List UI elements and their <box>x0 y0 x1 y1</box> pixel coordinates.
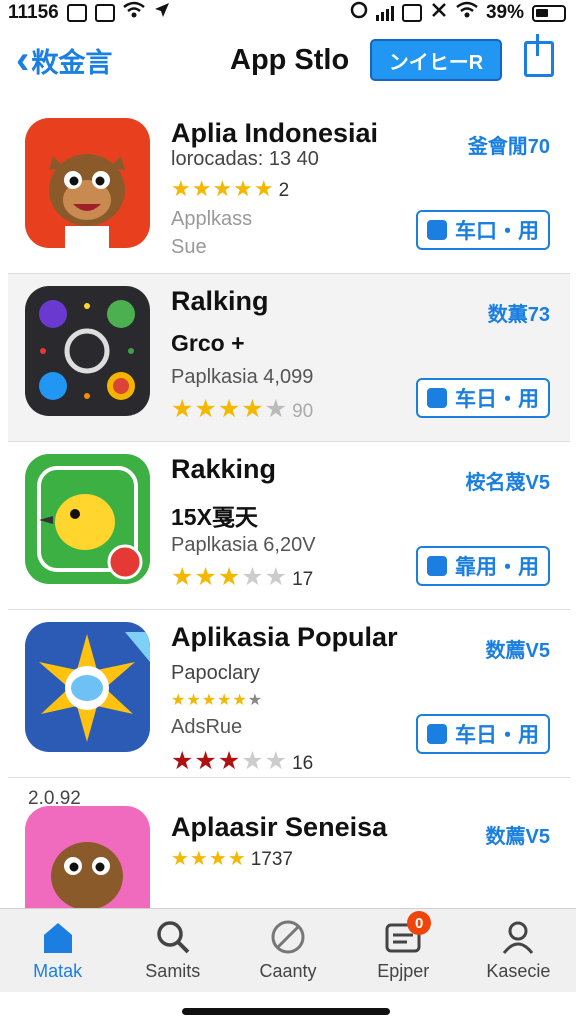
rating-stars: ★★★★★ 90 <box>171 395 314 423</box>
app-category: AdsRue <box>171 716 243 738</box>
app-name: Ralking <box>171 286 269 316</box>
home-icon <box>40 919 76 955</box>
wifi-icon-right <box>456 1 478 25</box>
rating-stars: ★★★★★ 16 <box>171 747 314 775</box>
wifi-icon <box>122 1 145 25</box>
rank-label: 数薫73 <box>487 304 550 326</box>
get-icon <box>427 220 447 240</box>
get-icon <box>427 556 447 576</box>
app-name: Aplaasir Seneisa <box>171 812 388 842</box>
back-label: 敉金言 <box>31 47 113 78</box>
tab-account[interactable]: Kasecie <box>461 909 576 992</box>
account-icon <box>500 919 536 955</box>
rating-count: 17 <box>292 569 314 590</box>
app-row[interactable]: Aplia Indonesiai lorocadas: 13 40 ★★★★★ 2… <box>8 106 570 274</box>
chart-icon <box>94 4 115 22</box>
get-button[interactable]: 车口・用 <box>416 210 550 250</box>
rank-label: 桉名蔑V5 <box>465 472 550 494</box>
get-label: 靠用・用 <box>455 556 539 579</box>
rank-label: 数薦V5 <box>485 826 550 848</box>
tab-updates[interactable]: 0 Epjper <box>346 909 461 992</box>
app-list: Aplia Indonesiai lorocadas: 13 40 ★★★★★ 2… <box>8 106 570 936</box>
updates-icon: 0 <box>385 911 432 955</box>
rating-count: 2 <box>278 180 290 201</box>
version-note: 2.0.92 <box>28 788 81 809</box>
nav-bar: ‹ 敉金言 App Stlo ンイヒーR <box>0 30 576 94</box>
tab-category[interactable]: Caanty <box>230 909 345 992</box>
status-bar: 11156 39% <box>0 0 576 26</box>
app-name: Aplikasia Popular <box>171 622 398 652</box>
rating-count: 1737 <box>250 849 293 870</box>
sync-icon <box>350 1 368 25</box>
signal-icon <box>375 5 394 21</box>
app-subtitle: lorocadas: 13 40 <box>171 148 319 170</box>
search-icon <box>155 919 191 955</box>
chevron-left-icon: ‹ <box>16 38 30 82</box>
tab-label: Epjper <box>377 961 430 981</box>
app-category: Paplkasia 4,099 <box>171 366 314 388</box>
rating-stars: ★★★★ 1737 <box>171 848 293 870</box>
status-left: 11156 <box>8 1 171 25</box>
app-extra: Sue <box>171 236 207 258</box>
home-indicator[interactable] <box>182 1008 390 1015</box>
rating-count: 90 <box>292 401 314 422</box>
message-icon <box>66 4 87 22</box>
tab-label: Samits <box>145 961 201 981</box>
app-icon-4 <box>25 622 150 752</box>
app-row[interactable]: Aplikasia Popular Papoclary ★★★★★★ AdsRu… <box>8 610 570 778</box>
app-subtitle: Grco + <box>171 330 245 356</box>
tab-search[interactable]: Samits <box>115 909 230 992</box>
app-icon-2 <box>25 286 150 416</box>
tab-home[interactable]: Matak <box>0 909 115 992</box>
clock: 11156 <box>8 2 59 23</box>
app-row[interactable]: Rakking 15X戛天 Paplkasia 6,20V ★★★★★ 17 桉名… <box>8 442 570 610</box>
rating-stars: ★★★★★ 2 <box>171 176 290 201</box>
app-name: Aplia Indonesiai <box>171 118 379 148</box>
app-subtitle: Papoclary <box>171 662 260 684</box>
app-icon-1 <box>25 118 150 248</box>
status-right: 39% <box>350 1 566 25</box>
rank-label: 釜會閒70 <box>467 136 550 158</box>
rating-count: 16 <box>292 753 314 774</box>
nav-action-button[interactable]: ンイヒーR <box>370 39 502 81</box>
get-button[interactable]: 车日・用 <box>416 714 550 754</box>
tab-label: Caanty <box>259 961 317 981</box>
app-category: Paplkasia 6,20V <box>171 534 316 556</box>
tab-label: Kasecie <box>486 961 551 981</box>
notification-badge: 0 <box>407 911 432 935</box>
get-icon <box>427 388 447 408</box>
app-subtitle: 15X戛天 <box>171 504 258 530</box>
block-icon <box>270 919 306 955</box>
battery-percent: 39% <box>485 2 524 23</box>
nfc-icon <box>401 4 422 22</box>
app-name: Rakking <box>171 454 277 484</box>
get-button[interactable]: 靠用・用 <box>416 546 550 586</box>
back-button[interactable]: ‹ 敉金言 <box>16 40 112 80</box>
app-row[interactable]: Ralking Grco + Paplkasia 4,099 ★★★★★ 90 数… <box>8 274 570 442</box>
get-button[interactable]: 车日・用 <box>416 378 550 418</box>
app-icon-3 <box>25 454 150 584</box>
location-icon <box>153 1 171 25</box>
rating-stars-small: ★★★★★★ <box>171 692 264 709</box>
get-label: 车日・用 <box>455 724 539 747</box>
share-icon[interactable] <box>524 34 554 77</box>
tab-label: Matak <box>33 961 83 981</box>
tab-bar: Matak Samits Caanty 0 Epjper Kasecie <box>0 908 576 992</box>
rating-stars: ★★★★★ 17 <box>171 563 314 591</box>
get-icon <box>427 724 447 744</box>
app-category: Applkass <box>171 208 253 230</box>
battery-icon <box>532 4 566 22</box>
get-label: 车口・用 <box>455 220 539 243</box>
get-label: 车日・用 <box>455 388 539 411</box>
rank-label: 数薦V5 <box>485 640 550 662</box>
mute-icon <box>430 1 448 25</box>
page-title: App Stlo <box>230 44 350 76</box>
app-row[interactable]: Aplaasir Seneisa ★★★★ 1737 数薦V5 <box>8 778 570 936</box>
